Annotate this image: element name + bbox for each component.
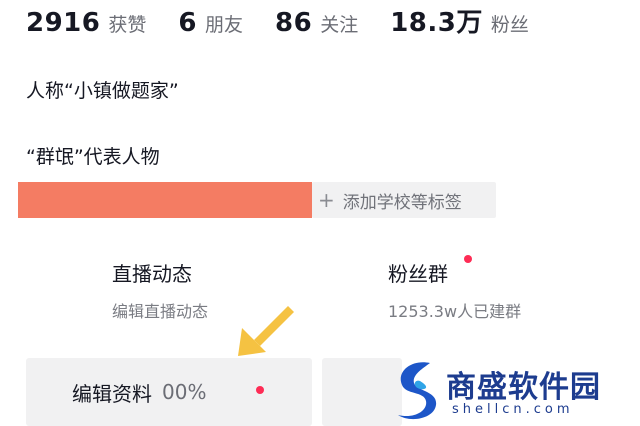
edit-profile-label: 编辑资料 (72, 381, 152, 406)
fan-group-title[interactable]: 粉丝群 (388, 258, 448, 287)
following-count: 86 (275, 8, 313, 38)
followers-label: 粉丝 (490, 14, 529, 36)
followers-stat[interactable]: 18.3万 粉丝 (390, 2, 529, 39)
friends-stat[interactable]: 6 朋友 (178, 8, 243, 38)
likes-label: 获赞 (108, 14, 147, 36)
watermark-logo-icon (398, 362, 437, 420)
following-label: 关注 (320, 14, 359, 36)
stats-row: 2916 获赞 6 朋友 86 关注 18.3万 粉丝 (26, 2, 561, 42)
watermark-name: 商盛软件园 (446, 370, 601, 405)
likes-stat[interactable]: 2916 获赞 (26, 8, 146, 38)
arrow-icon (238, 306, 294, 356)
friends-count: 6 (178, 8, 197, 38)
add-school-label: 添加学校等标签 (342, 192, 462, 213)
plus-icon: + (318, 188, 335, 212)
friends-label: 朋友 (204, 14, 243, 36)
following-stat[interactable]: 86 关注 (275, 8, 358, 38)
watermark-url: shellcn.com (452, 402, 574, 417)
edit-profile-progress: 00% (162, 380, 207, 404)
followers-count: 18.3万 (390, 8, 483, 38)
live-activity-subtitle: 编辑直播动态 (112, 302, 209, 321)
likes-count: 2916 (26, 8, 101, 38)
live-activity-title[interactable]: 直播动态 (112, 258, 192, 287)
fan-group-notification-dot (464, 255, 472, 263)
edit-profile-button[interactable]: 编辑资料 00% (26, 358, 312, 426)
redaction-bar (18, 182, 312, 218)
fan-group-subtitle: 1253.3w人已建群 (388, 302, 522, 321)
edit-profile-notification-dot (256, 386, 264, 394)
bio-line-2: “群氓”代表人物 (26, 146, 160, 168)
bio-line-1: 人称“小镇做题家” (26, 80, 179, 102)
add-school-tag-button[interactable]: + 添加学校等标签 (312, 182, 496, 218)
